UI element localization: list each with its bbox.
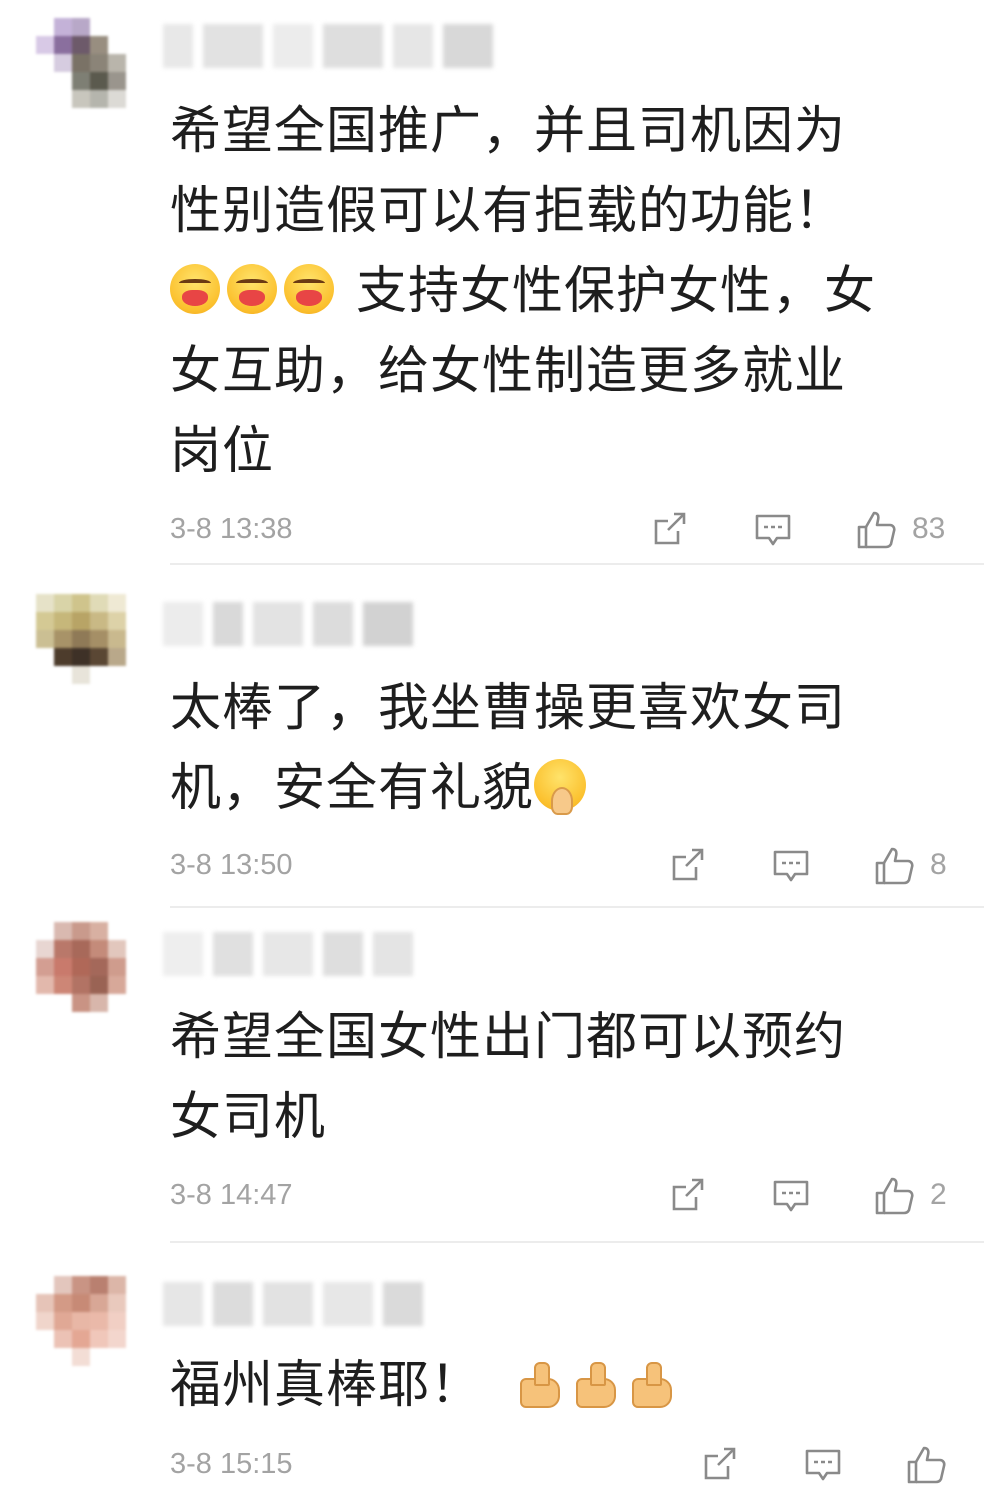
reply-icon[interactable] [771,1175,811,1215]
thumbs-up-icon[interactable] [873,1175,914,1215]
comment-line-with-emoji: 机，安全有礼貌 [170,749,945,829]
comment-line: 太棒了，我坐曹操更喜欢女司 [170,679,847,738]
like-count: 2 [930,1178,947,1211]
divider [170,1241,984,1243]
comment-line-text: 福州真棒耶！ [170,1356,483,1415]
comment-text: 希望全国女性出门都可以预约 女司机 [170,998,945,1158]
comment-actions: 83 [650,507,950,557]
thumbs-up-emoji [516,1362,562,1408]
comment-meta: 3-8 14:47 2 [170,1173,950,1223]
hugging-face-emoji [284,264,334,314]
comment-line: 岗位 [170,422,275,481]
comment-line-text: 机，安全有礼貌 [170,759,535,818]
thumbs-up-icon[interactable] [873,845,914,885]
comment-time: 3-8 13:38 [170,513,293,545]
comment-time: 3-8 15:15 [170,1448,293,1480]
avatar[interactable] [36,594,144,702]
thumbs-up-emoji [628,1362,674,1408]
avatar[interactable] [36,18,144,126]
comment-line-text: 支持女性保护女性，女 [356,262,877,321]
hugging-face-emoji [227,264,277,314]
comment-line: 希望全国女性出门都可以预约 [170,1008,847,1067]
reply-icon[interactable] [753,509,793,549]
comment-time: 3-8 14:47 [170,1179,293,1211]
share-icon[interactable] [668,1175,708,1215]
comment-time: 3-8 13:50 [170,849,293,881]
comment-actions [700,1442,950,1492]
username-blurred[interactable] [163,24,493,68]
comment-actions: 2 [668,1173,950,1223]
comment-line: 性别造假可以有拒载的功能！ [170,182,847,241]
avatar[interactable] [36,1276,144,1384]
thumbs-up-icon[interactable] [855,509,896,549]
avatar[interactable] [36,922,144,1030]
comment-text: 太棒了，我坐曹操更喜欢女司 机，安全有礼貌 [170,669,945,829]
username-blurred[interactable] [163,932,413,976]
comment-actions: 8 [668,843,950,893]
thumbs-up-emoji [572,1362,618,1408]
share-icon[interactable] [700,1444,740,1484]
like-count: 8 [930,848,947,881]
pleading-hands-face-emoji [534,759,587,815]
comment-text: 福州真棒耶！ [170,1346,945,1426]
comment-line: 女司机 [170,1088,327,1147]
comment-meta: 3-8 15:15 [170,1442,950,1492]
like-count: 83 [912,512,946,545]
comment-meta: 3-8 13:50 8 [170,843,950,893]
share-icon[interactable] [650,509,690,549]
hugging-face-emoji [170,264,220,314]
username-blurred[interactable] [163,602,413,646]
username-blurred[interactable] [163,1282,423,1326]
comment-text: 希望全国推广，并且司机因为 性别造假可以有拒载的功能！ 支持女性保护女性，女 女… [170,92,945,492]
share-icon[interactable] [668,845,708,885]
comment-meta: 3-8 13:38 83 [170,507,950,557]
divider [170,563,984,565]
reply-icon[interactable] [803,1444,843,1484]
comment-line-with-emoji: 福州真棒耶！ [170,1346,945,1426]
comment-line: 女互助，给女性制造更多就业 [170,342,847,401]
comment-line-with-emoji: 支持女性保护女性，女 [170,252,945,332]
reply-icon[interactable] [771,845,811,885]
thumbs-up-icon[interactable] [905,1444,946,1484]
divider [170,906,984,908]
comment-line: 希望全国推广，并且司机因为 [170,102,847,161]
